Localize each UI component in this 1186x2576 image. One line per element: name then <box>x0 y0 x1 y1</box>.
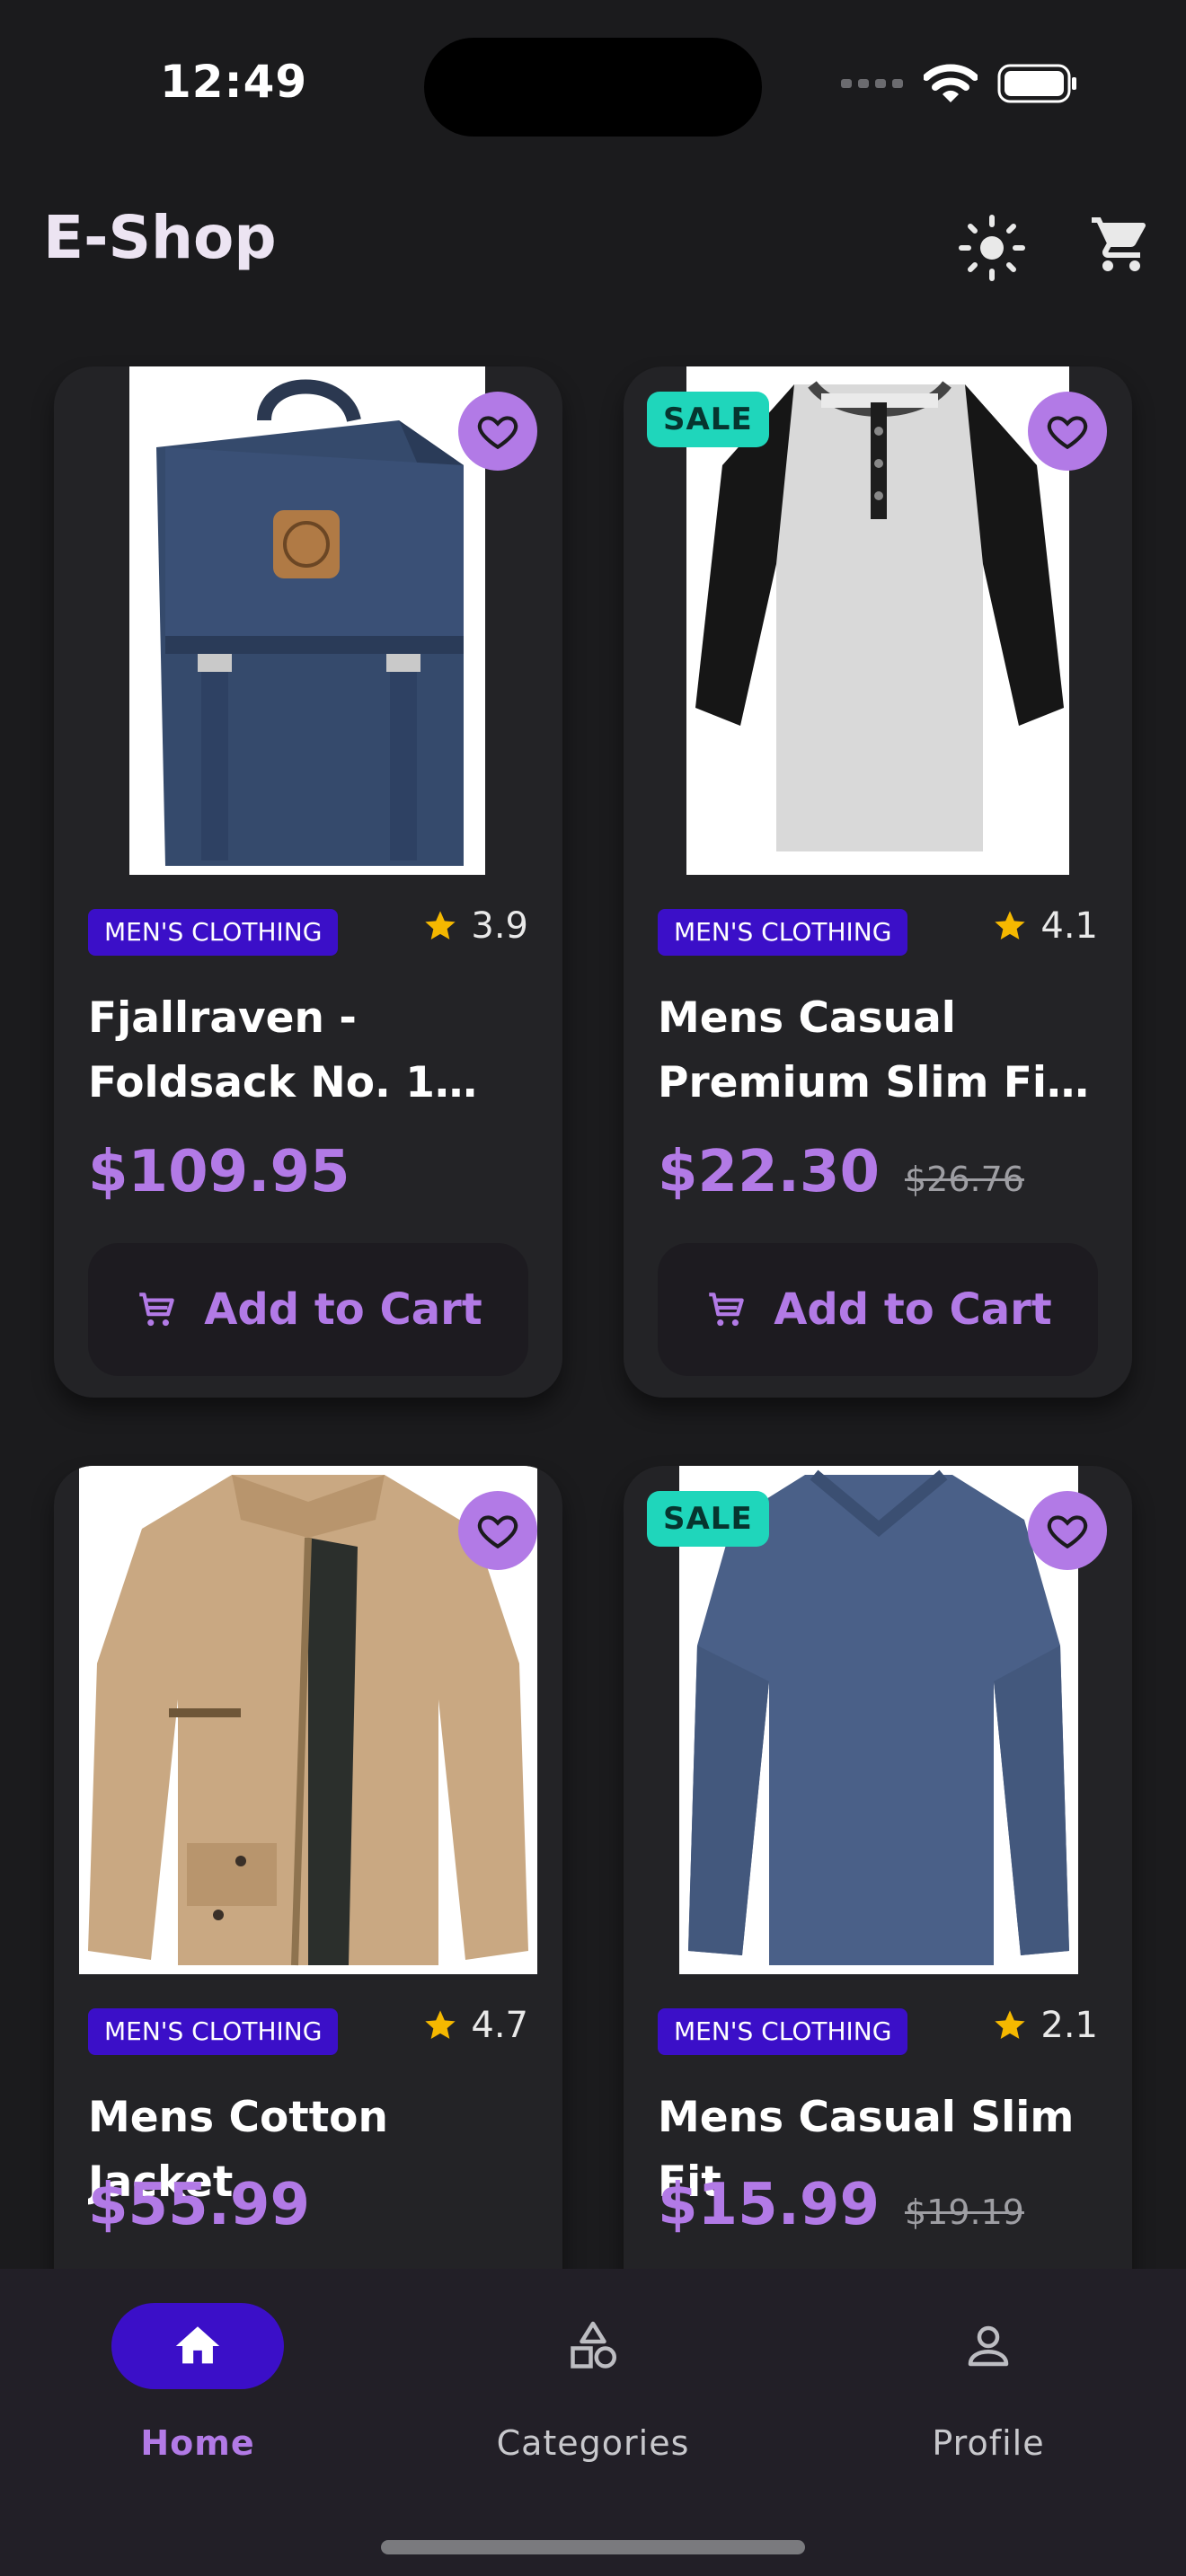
favorite-button[interactable] <box>1028 1491 1107 1570</box>
sale-badge: SALE <box>647 1491 769 1547</box>
add-to-cart-label: Add to Cart <box>204 1284 482 1335</box>
heart-outline-icon <box>1047 1515 1088 1549</box>
favorite-button[interactable] <box>1028 392 1107 471</box>
category-badge: MEN'S CLOTHING <box>658 909 908 956</box>
rating: 2.1 <box>992 2005 1098 2046</box>
cellular-signal-icon <box>841 79 903 88</box>
theme-toggle-button[interactable] <box>958 214 1026 282</box>
nav-label: Home <box>140 2423 255 2463</box>
price: $22.30 <box>658 1139 880 1205</box>
nav-item-profile[interactable]: Profile <box>791 2269 1186 2484</box>
original-price: $19.19 <box>904 2192 1024 2232</box>
product-image-backpack <box>129 366 485 875</box>
cart-button[interactable] <box>1089 212 1154 277</box>
rating: 4.7 <box>422 2005 528 2046</box>
original-price: $26.76 <box>904 1160 1024 1199</box>
rating-value: 4.1 <box>1040 905 1098 947</box>
star-icon <box>995 911 1026 940</box>
rating-value: 4.7 <box>471 2005 528 2046</box>
nav-item-home[interactable]: Home <box>0 2269 395 2484</box>
sale-badge: SALE <box>647 392 769 447</box>
battery-icon <box>997 64 1076 103</box>
price-row: $22.30 $26.76 <box>658 1139 1024 1205</box>
home-icon <box>175 2326 220 2364</box>
home-indicator[interactable] <box>381 2540 805 2554</box>
add-to-cart-label: Add to Cart <box>774 1284 1052 1335</box>
category-badge: MEN'S CLOTHING <box>658 2008 908 2055</box>
status-icons <box>841 63 1078 104</box>
star-icon <box>995 2010 1026 2039</box>
price: $55.99 <box>88 2172 310 2238</box>
rating: 3.9 <box>422 905 528 947</box>
rating-value: 3.9 <box>471 905 528 947</box>
price: $15.99 <box>658 2172 880 2238</box>
category-badge: MEN'S CLOTHING <box>88 2008 339 2055</box>
nav-label: Categories <box>496 2423 690 2463</box>
heart-outline-icon <box>1047 416 1088 450</box>
product-card[interactable]: MEN'S CLOTHING 3.9 Fjallraven - Foldsack… <box>54 366 562 1398</box>
nav-item-categories[interactable]: Categories <box>395 2269 791 2484</box>
shopping-cart-icon <box>1092 217 1146 271</box>
status-time: 12:49 <box>160 56 308 108</box>
favorite-button[interactable] <box>458 392 537 471</box>
app-title: E-Shop <box>43 203 277 272</box>
person-icon <box>968 2325 1009 2367</box>
star-icon <box>425 911 456 940</box>
bottom-navigation: Home Categories Profile <box>0 2269 1186 2576</box>
category-badge: MEN'S CLOTHING <box>88 909 339 956</box>
price: $109.95 <box>88 1139 350 1205</box>
price-row: $109.95 <box>88 1139 350 1205</box>
price-row: $15.99 $19.19 <box>658 2172 1024 2238</box>
favorite-button[interactable] <box>458 1491 537 1570</box>
product-title[interactable]: Fjallraven - Foldsack No. 1 Backpack, Fi… <box>88 986 537 1116</box>
add-to-cart-button[interactable]: Add to Cart <box>88 1243 528 1376</box>
product-title[interactable]: Mens Casual Premium Slim Fit T-Shirts <box>658 986 1107 1116</box>
add-shopping-cart-icon <box>709 1292 745 1327</box>
dynamic-island <box>424 38 762 137</box>
wifi-icon <box>924 64 978 102</box>
add-shopping-cart-icon <box>139 1292 175 1327</box>
heart-outline-icon <box>477 416 518 450</box>
nav-label: Profile <box>932 2423 1045 2463</box>
product-card[interactable]: SALE MEN'S CLOTHING 4.1 Mens Casual Prem… <box>624 366 1132 1398</box>
shapes-icon <box>571 2321 616 2369</box>
price-row: $55.99 <box>88 2172 310 2238</box>
add-to-cart-button[interactable]: Add to Cart <box>658 1243 1098 1376</box>
rating: 4.1 <box>992 905 1098 947</box>
sun-icon <box>959 215 1025 281</box>
rating-value: 2.1 <box>1040 2005 1098 2046</box>
nav-active-indicator <box>111 2303 284 2389</box>
star-icon <box>425 2010 456 2039</box>
heart-outline-icon <box>477 1515 518 1549</box>
